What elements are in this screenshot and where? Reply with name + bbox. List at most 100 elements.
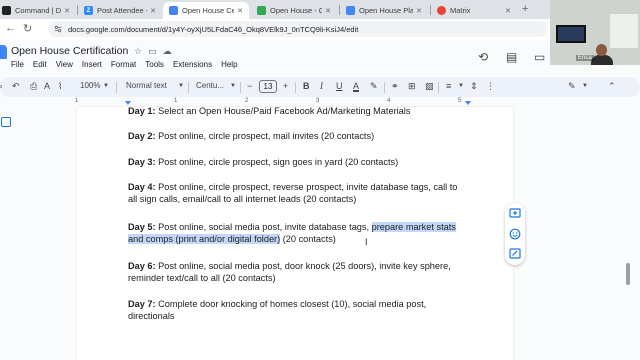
omnibox[interactable]: docs.google.com/document/d/1y4Y-oyXjU5LF… [48, 21, 548, 37]
menu-bar: File Edit View Insert Format Tools Exten… [11, 60, 247, 69]
font-select[interactable]: Centu... [196, 81, 224, 90]
underline-icon[interactable]: U [336, 81, 343, 91]
tab-open-house-certification[interactable]: Open House Certifi ✕ [163, 2, 249, 19]
collapse-menus-icon[interactable]: ⌃ [608, 81, 616, 92]
comments-icon[interactable]: ▤ [506, 50, 517, 64]
decrease-font-size-button[interactable]: − [247, 81, 252, 91]
day-label: Day 6: [128, 261, 156, 271]
ruler-mark: 3 [316, 98, 320, 104]
editing-mode-icon[interactable]: ✎ [568, 81, 576, 92]
text-cursor-icon: I [365, 237, 368, 247]
day-4-paragraph: Day 4: Post online, circle prospect, rev… [128, 181, 468, 206]
suggest-edits-icon[interactable] [509, 248, 521, 260]
scrollbar-track[interactable] [628, 107, 640, 360]
day-text: Post online, social media post, door kno… [128, 261, 451, 284]
tab-title: Matrix [450, 6, 471, 15]
insert-link-icon[interactable]: ⚭ [391, 81, 399, 92]
menu-extensions[interactable]: Extensions [173, 60, 212, 69]
document-title[interactable]: Open House Certification [11, 45, 128, 57]
more-options-icon[interactable]: ⋮ [486, 81, 495, 92]
paragraph-style-select[interactable]: Normal text [126, 81, 167, 90]
zoom-favicon-icon: Z [84, 6, 93, 15]
day-text: Complete door knocking of homes closest … [128, 299, 427, 322]
move-folder-icon[interactable]: ▭ [148, 46, 157, 57]
bold-icon[interactable]: B [303, 81, 310, 91]
close-tab-icon[interactable]: ✕ [64, 7, 70, 15]
spellcheck-icon[interactable]: A [44, 81, 50, 91]
docs-favicon-icon [346, 6, 355, 15]
matrix-favicon-icon [437, 6, 446, 15]
emoji-reaction-icon[interactable] [509, 228, 521, 240]
close-tab-icon[interactable]: ✕ [325, 7, 331, 15]
document-outline-icon[interactable] [1, 117, 11, 127]
close-tab-icon[interactable]: ✕ [505, 7, 511, 15]
back-arrow-icon[interactable]: ← [5, 22, 16, 34]
day-5-paragraph: Day 5: Post online, social media post, i… [128, 221, 468, 246]
menu-tools[interactable]: Tools [145, 60, 164, 69]
chevron-down-icon[interactable]: ▼ [230, 83, 236, 89]
italic-icon[interactable]: I [320, 81, 323, 91]
close-tab-icon[interactable]: ✕ [237, 7, 243, 15]
increase-font-size-button[interactable]: + [283, 81, 288, 91]
site-info-icon[interactable] [54, 25, 62, 33]
close-tab-icon[interactable]: ✕ [150, 7, 156, 15]
formatting-toolbar: ⌕ ↶ ⎙ A ⌇ 100% ▼ Normal text ▼ Centu... … [0, 77, 640, 97]
day-1-paragraph: Day 1: Select an Open House/Paid Faceboo… [128, 105, 468, 117]
url-text: docs.google.com/document/d/1y4Y-oyXjU5LF… [68, 24, 359, 34]
chevron-down-icon[interactable]: ▼ [458, 83, 464, 89]
menu-edit[interactable]: Edit [33, 60, 47, 69]
ruler-mark: 1 [174, 98, 178, 104]
meet-icon[interactable]: ▭ [534, 50, 545, 64]
tab-open-house-playbook[interactable]: Open House Playb ✕ [340, 2, 428, 19]
menu-format[interactable]: Format [111, 60, 136, 69]
star-icon[interactable]: ☆ [134, 46, 142, 57]
reload-icon[interactable]: ↻ [23, 22, 32, 35]
menu-help[interactable]: Help [221, 60, 237, 69]
paint-format-icon[interactable]: ⌇ [58, 81, 62, 92]
search-menus-icon[interactable]: ⌕ [0, 81, 3, 92]
scrollbar-thumb[interactable] [626, 263, 630, 285]
doc-header: Open House Certification ☆ ▭ ☁ File Edit… [0, 40, 640, 76]
close-tab-icon[interactable]: ✕ [416, 7, 422, 15]
line-spacing-icon[interactable]: ⇕ [470, 81, 478, 92]
insert-image-icon[interactable]: ▨ [425, 81, 434, 92]
tab-title: Open House Certifi [182, 6, 235, 15]
day-text: Select an Open House/Paid Facebook Ad/Ma… [155, 106, 411, 116]
align-icon[interactable]: ≡ [446, 81, 451, 91]
undo-icon[interactable]: ↶ [12, 81, 20, 92]
tab-title: Open House - Goo [270, 6, 323, 15]
new-tab-button[interactable]: + [522, 3, 528, 15]
font-size-input[interactable]: 13 [259, 80, 277, 93]
tab-post-attendee-zoom[interactable]: Z Post Attendee - Zo ✕ [78, 2, 162, 19]
text-color-icon[interactable]: A [353, 81, 359, 91]
day-label: Day 4: [128, 182, 156, 192]
cloud-saved-icon[interactable]: ☁ [163, 46, 172, 57]
ruler-mark: 2 [245, 98, 249, 104]
tab-command-dashboard[interactable]: Command | Dashbo ✕ [0, 2, 76, 19]
docs-logo-icon[interactable] [0, 45, 7, 59]
menu-view[interactable]: View [56, 60, 73, 69]
tab-title: Command | Dashbo [15, 6, 62, 15]
webcam-tv-screen [556, 25, 586, 43]
add-comment-icon[interactable]: ⊞ [408, 81, 416, 92]
day-label: Day 1: [128, 106, 156, 116]
tab-matrix[interactable]: Matrix ✕ [431, 2, 517, 19]
chevron-down-icon[interactable]: ▼ [582, 83, 588, 89]
version-history-icon[interactable]: ⟲ [478, 50, 488, 64]
highlight-icon[interactable]: ✎ [370, 81, 378, 92]
zoom-select[interactable]: 100% [80, 81, 100, 90]
webcam-whiteboard [610, 14, 638, 48]
tab-open-house-google[interactable]: Open House - Goo ✕ [251, 2, 337, 19]
document-page[interactable]: Day 1: Select an Open House/Paid Faceboo… [77, 105, 513, 360]
add-comment-icon[interactable] [509, 208, 521, 220]
print-icon[interactable]: ⎙ [30, 81, 37, 92]
ruler-mark: 5 [458, 98, 462, 104]
chevron-down-icon[interactable]: ▼ [178, 83, 184, 89]
menu-file[interactable]: File [11, 60, 24, 69]
day-text: Post online, social media post, invite d… [155, 222, 372, 232]
day-label: Day 5: [128, 222, 156, 232]
webcam-person-body [591, 55, 613, 65]
chevron-down-icon[interactable]: ▼ [103, 83, 109, 89]
day-label: Day 7: [128, 299, 156, 309]
menu-insert[interactable]: Insert [82, 60, 102, 69]
